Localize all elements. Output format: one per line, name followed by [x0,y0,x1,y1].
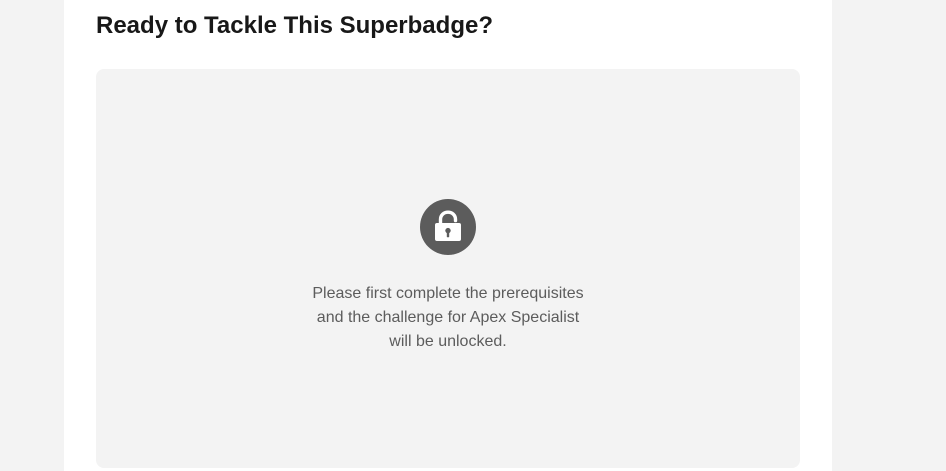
unlock-message: Please first complete the prerequisites … [248,282,648,354]
unlock-message-line-2: and the challenge for Apex Specialist [316,309,580,326]
locked-challenge-panel: Please first complete the prerequisites … [96,69,800,468]
section-title: Ready to Tackle This Superbadge? [96,12,493,39]
unlock-message-line-3: will be unlocked. [389,333,507,350]
padlock-shackle [438,210,458,225]
padlock-svg [435,210,461,241]
unlocked-padlock-icon [420,199,476,255]
padlock-keyhole-stem [446,231,450,238]
superbadge-card: Ready to Tackle This Superbadge? Please … [64,0,832,471]
unlock-message-line-1: Please first complete the prerequisites [312,285,584,302]
